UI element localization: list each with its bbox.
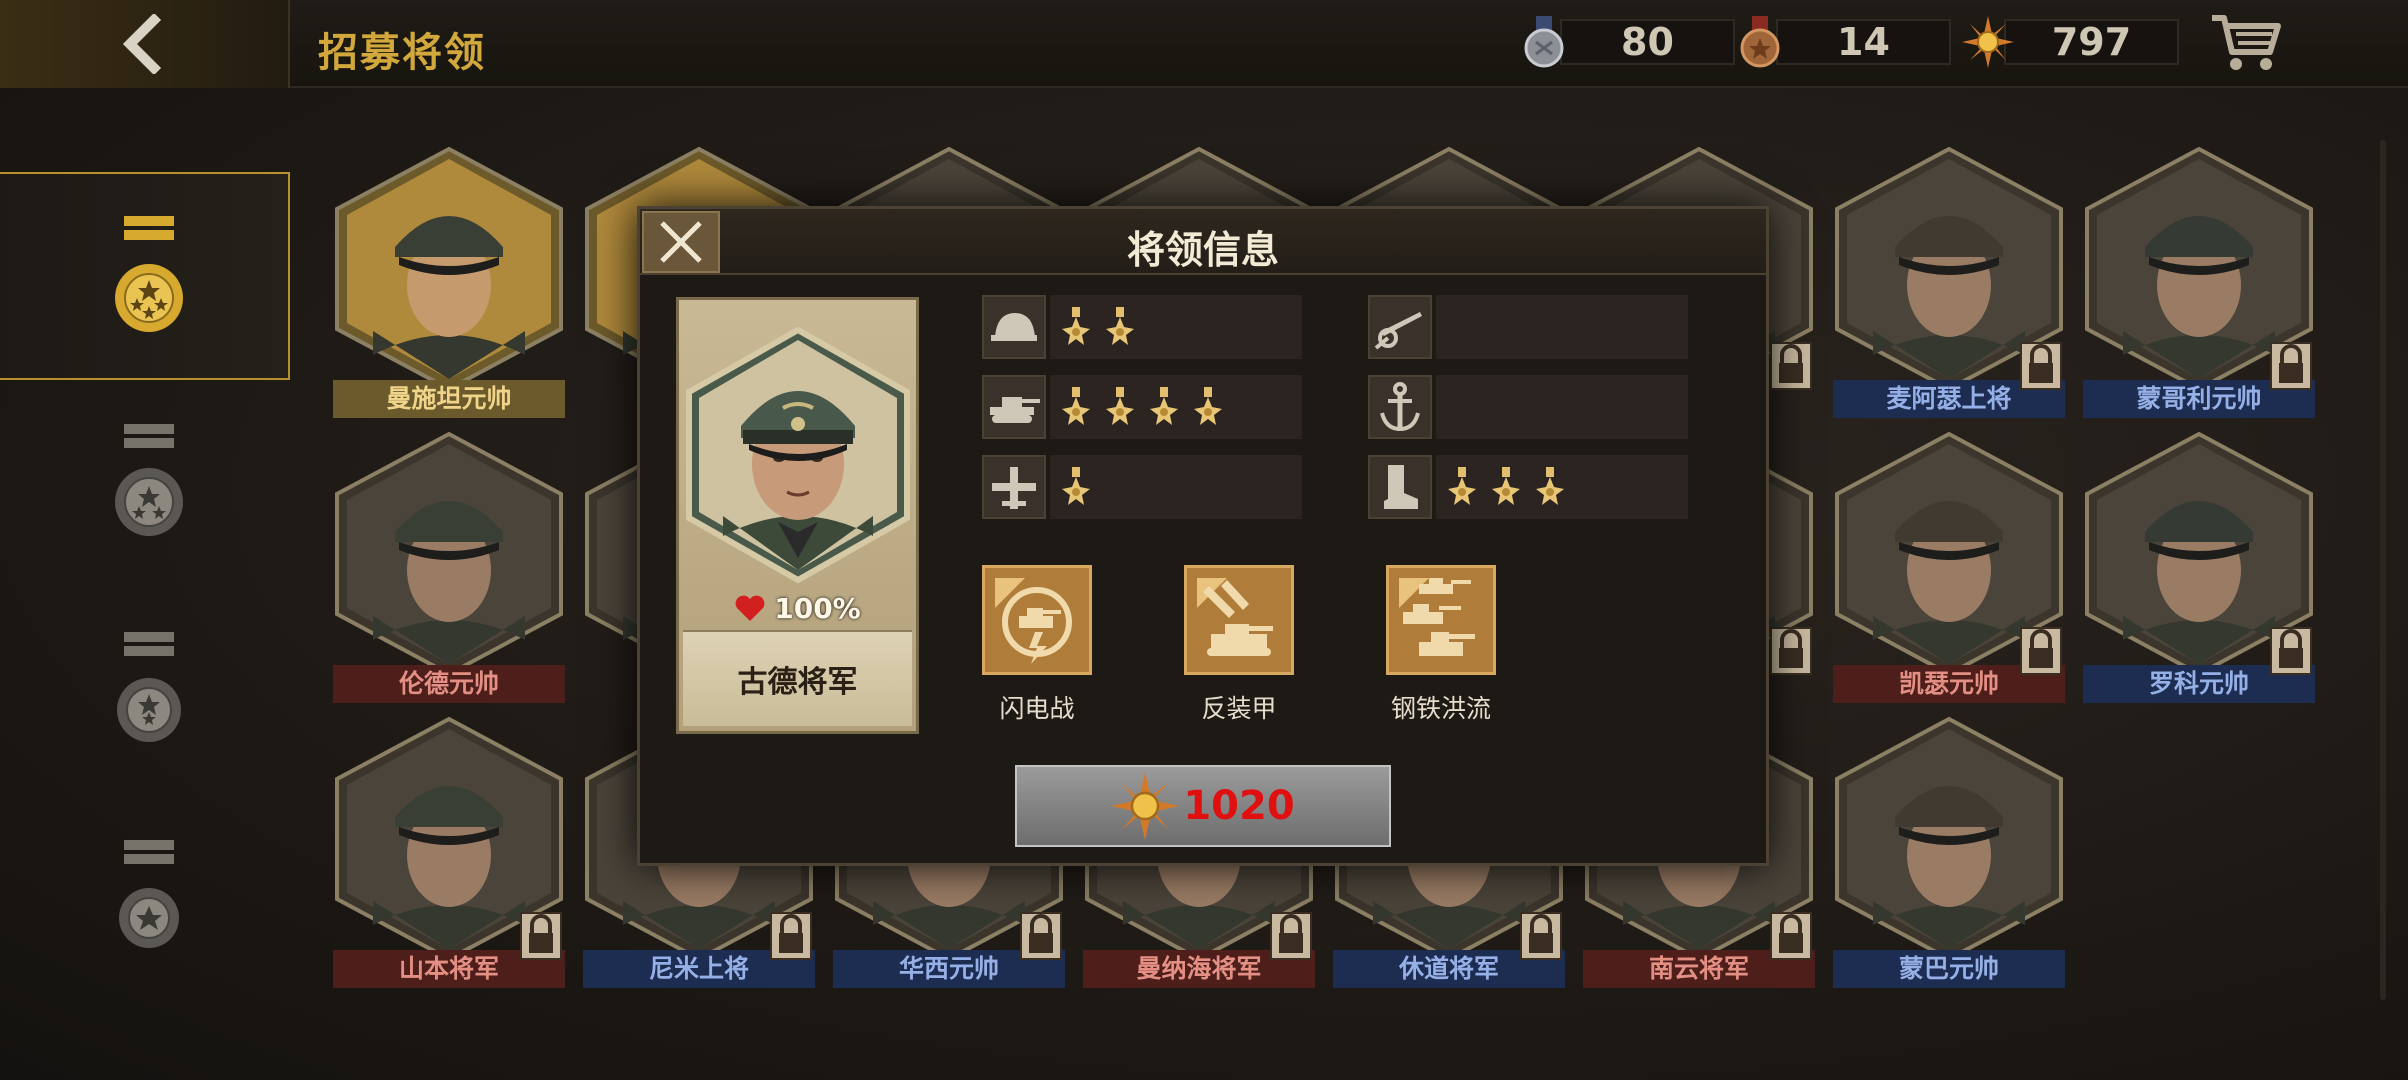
stat-tank <box>982 375 1302 439</box>
recruit-buy-button[interactable]: 1020 <box>1015 765 1391 847</box>
four-star-rank-icon <box>115 216 183 332</box>
close-button[interactable] <box>642 211 720 273</box>
bronze-medal-counter: 14 <box>1734 16 1951 68</box>
airplane-icon <box>992 467 1036 509</box>
silver-medal-counter: 80 <box>1518 16 1735 68</box>
general-slot[interactable]: 伦德元帅 <box>333 430 565 714</box>
gold-sun-medal-icon <box>1962 16 2014 68</box>
general-info-modal: 将领信息 100% 古德将军 闪电战 反装甲 钢铁洪流 1020 <box>637 206 1769 866</box>
steel-torrent-icon <box>1389 568 1493 672</box>
page-title: 招募将领 <box>318 30 486 76</box>
close-icon <box>660 221 702 263</box>
lock-icon <box>770 912 812 960</box>
infantry-helmet-icon <box>991 313 1037 341</box>
gold-sun-medal-icon <box>1111 772 1180 840</box>
stat-artillery <box>1368 295 1688 359</box>
lock-icon <box>2020 627 2062 675</box>
general-slot[interactable]: 曼施坦元帅 <box>333 145 565 429</box>
silver-medal-icon <box>1524 16 1564 68</box>
stat-navy <box>1368 375 1688 439</box>
general-portrait <box>335 431 563 677</box>
lock-icon <box>1020 912 1062 960</box>
stat-mobility <box>1368 455 1688 519</box>
general-name: 伦德元帅 <box>333 665 565 703</box>
stat-medals <box>1436 375 1688 439</box>
skill-steel-torrent[interactable] <box>1386 565 1496 675</box>
back-button[interactable] <box>0 0 290 88</box>
two-star-rank-icon[interactable] <box>100 628 190 758</box>
gold-medal-counter: 797 <box>1962 16 2179 68</box>
general-card: 100% 古德将军 <box>676 297 919 734</box>
rank-medal-icon <box>1062 307 1090 345</box>
anti-armor-icon <box>1187 568 1291 672</box>
gold-medal-count: 797 <box>2004 19 2179 65</box>
general-portrait <box>335 146 563 392</box>
heart-icon <box>735 595 765 621</box>
lock-icon <box>1770 627 1812 675</box>
price-value: 1020 <box>1183 783 1295 829</box>
rank-medal-icon <box>1194 387 1222 425</box>
stat-air <box>982 455 1302 519</box>
boot-march-icon <box>1384 465 1418 509</box>
skill-name: 闪电战 <box>999 694 1075 723</box>
rank-medal-icon <box>1106 307 1134 345</box>
bronze-medal-icon <box>1740 16 1780 68</box>
artillery-cannon-icon <box>1374 312 1422 350</box>
rank-medal-icon <box>1492 467 1520 505</box>
general-slot[interactable]: 蒙巴元帅 <box>1833 715 2065 999</box>
tank-icon <box>990 397 1040 423</box>
scrollbar[interactable] <box>2380 140 2386 1000</box>
modal-title: 将领信息 <box>1126 228 1279 272</box>
rank-medal-icon <box>1448 467 1476 505</box>
lock-icon <box>2020 342 2062 390</box>
stat-medals <box>1436 295 1688 359</box>
stat-medals <box>1050 295 1302 359</box>
skill-blitz[interactable] <box>982 565 1092 675</box>
bronze-medal-count: 14 <box>1776 19 1951 65</box>
general-slot[interactable]: 凯瑟元帅 <box>1833 430 2065 714</box>
lock-icon <box>520 912 562 960</box>
general-slot[interactable]: 蒙哥利元帅 <box>2083 145 2315 429</box>
lock-icon <box>1270 912 1312 960</box>
modal-header: 将领信息 <box>640 209 1766 275</box>
general-portrait <box>686 326 910 584</box>
lock-icon <box>1770 342 1812 390</box>
rank-medal-icon <box>1536 467 1564 505</box>
lock-icon <box>2270 342 2312 390</box>
rank-medal-icon <box>1150 387 1178 425</box>
general-name: 曼施坦元帅 <box>333 380 565 418</box>
navy-anchor-icon <box>1380 382 1420 432</box>
rank-medal-icon <box>1062 467 1090 505</box>
three-star-rank-icon[interactable] <box>100 420 190 550</box>
general-name: 古德将军 <box>683 630 912 726</box>
top-bar: 招募将领 80 14 797 <box>0 0 2408 88</box>
general-slot[interactable]: 山本将军 <box>333 715 565 999</box>
one-star-rank-icon[interactable] <box>100 836 190 966</box>
loyalty-value: 100% <box>774 591 861 625</box>
lock-icon <box>2270 627 2312 675</box>
skill-name: 反装甲 <box>1201 694 1277 723</box>
general-slot[interactable]: 罗科元帅 <box>2083 430 2315 714</box>
loyalty-indicator: 100% <box>679 590 916 626</box>
rank-medal-icon <box>1106 387 1134 425</box>
lock-icon <box>1770 912 1812 960</box>
stat-medals <box>1050 455 1302 519</box>
general-name: 蒙巴元帅 <box>1833 950 2065 988</box>
shop-cart-icon[interactable] <box>2210 10 2282 74</box>
general-portrait <box>1835 716 2063 962</box>
rank-medal-icon <box>1062 387 1090 425</box>
general-slot[interactable]: 麦阿瑟上将 <box>1833 145 2065 429</box>
silver-medal-count: 80 <box>1560 19 1735 65</box>
skill-anti-armor[interactable] <box>1184 565 1294 675</box>
stat-medals <box>1050 375 1302 439</box>
lock-icon <box>1520 912 1562 960</box>
skill-name: 钢铁洪流 <box>1390 694 1491 723</box>
tier-4-stars-tab[interactable] <box>0 172 290 380</box>
back-arrow-icon <box>122 14 162 74</box>
stat-medals <box>1436 455 1688 519</box>
stat-infantry <box>982 295 1302 359</box>
blitz-tank-icon <box>985 568 1089 672</box>
